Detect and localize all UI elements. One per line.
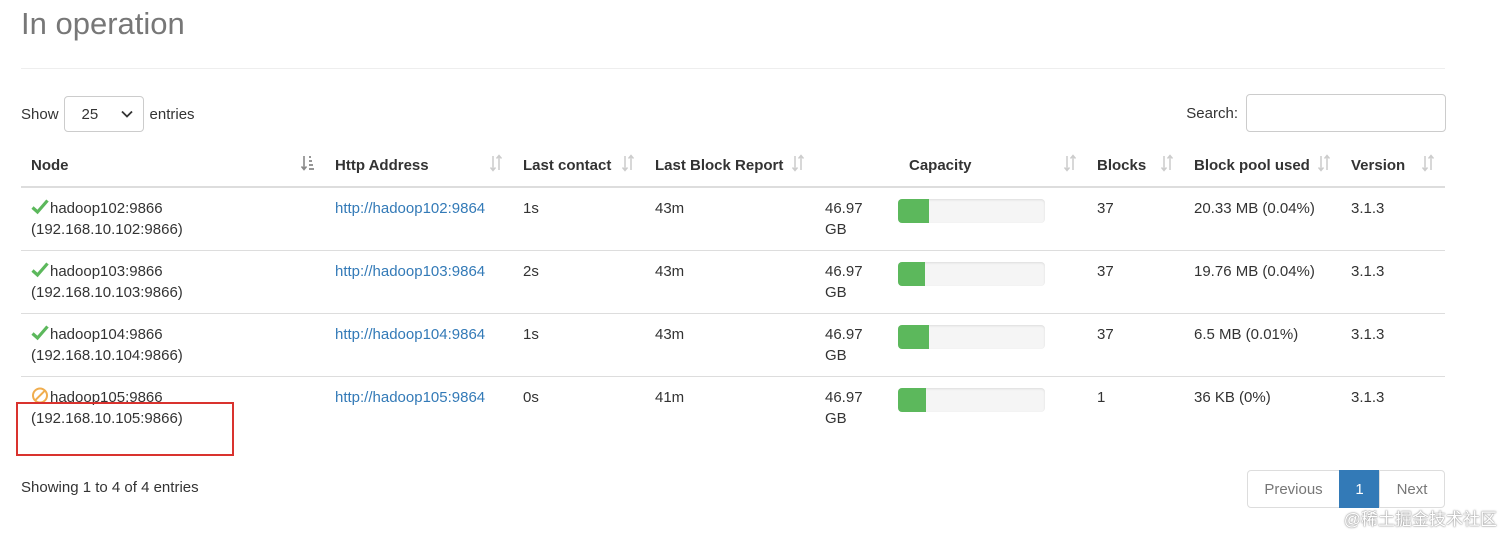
length-control: Show 25 entries [21,96,195,132]
table-header-row: Node Http Address Last contact Last Bloc… [21,144,1445,188]
node-cell: hadoop104:9866 (192.168.10.104:9866) [21,313,325,377]
divider [21,68,1445,69]
capacity-bar-fill [898,199,930,223]
table-info: Showing 1 to 4 of 4 entries [21,479,199,496]
blocks-cell: 37 [1087,250,1184,314]
entries-label: entries [149,105,195,123]
capacity-bar [898,262,1045,286]
table-row: hadoop103:9866 (192.168.10.103:9866) htt… [21,250,1445,314]
col-header-version[interactable]: Version [1341,144,1445,188]
capacity-value: 46.97 GB [825,263,863,301]
table-row: hadoop102:9866 (192.168.10.102:9866) htt… [21,187,1445,251]
pagination: Previous 1 Next [1247,470,1445,508]
page-title: In operation [21,6,185,41]
last-block-report-cell: 43m [645,313,815,377]
capacity-cell: 46.97 GB [815,313,1087,377]
capacity-bar [898,388,1045,412]
last-contact-cell: 2s [513,250,645,314]
http-address-link[interactable]: http://hadoop105:9864 [335,389,485,406]
check-icon [31,199,49,215]
capacity-value: 46.97 GB [825,326,863,364]
node-ip: (192.168.10.102:9866) [31,221,183,238]
sort-icon [1063,154,1077,172]
highlight-box [16,402,234,456]
col-header-capacity[interactable]: Capacity [815,144,1087,188]
http-address-cell: http://hadoop104:9864 [325,313,513,377]
node-cell: hadoop103:9866 (192.168.10.103:9866) [21,250,325,314]
check-icon [31,325,49,341]
blocks-cell: 1 [1087,376,1184,440]
http-address-cell: http://hadoop103:9864 [325,250,513,314]
capacity-value: 46.97 GB [825,389,863,427]
entries-select-value: 25 [81,105,99,123]
node-ip: (192.168.10.103:9866) [31,284,183,301]
capacity-value: 46.97 GB [825,200,863,238]
block-pool-used-cell: 19.76 MB (0.04%) [1184,250,1341,314]
col-header-http-address[interactable]: Http Address [325,144,513,188]
http-address-link[interactable]: http://hadoop103:9864 [335,263,485,280]
sort-icon [1160,154,1174,172]
col-header-last-block-report[interactable]: Last Block Report [645,144,815,188]
block-pool-used-cell: 6.5 MB (0.01%) [1184,313,1341,377]
show-label: Show [21,105,59,123]
node-name: hadoop102:9866 [50,200,163,217]
table-row: hadoop104:9866 (192.168.10.104:9866) htt… [21,313,1445,377]
block-pool-used-cell: 36 KB (0%) [1184,376,1341,440]
http-address-cell: http://hadoop102:9864 [325,187,513,251]
version-cell: 3.1.3 [1351,200,1385,217]
entries-select[interactable]: 25 [63,96,144,132]
table-row: hadoop105:9866 (192.168.10.105:9866) htt… [21,376,1445,440]
capacity-bar-fill [898,262,925,286]
sort-icon [621,154,635,172]
sort-icon [1317,154,1331,172]
search-control: Search: [1186,94,1446,132]
node-name: hadoop104:9866 [50,326,163,343]
watermark: @稀土掘金技术社区 [1343,510,1497,529]
http-address-cell: http://hadoop105:9864 [325,376,513,440]
last-contact-cell: 1s [523,200,539,217]
http-address-link[interactable]: http://hadoop102:9864 [335,200,485,217]
capacity-cell: 46.97 GB [815,250,1087,314]
node-cell: hadoop102:9866 (192.168.10.102:9866) [21,187,325,251]
capacity-bar [898,199,1045,223]
capacity-bar-fill [898,325,930,349]
search-label: Search: [1186,104,1238,122]
last-block-report-cell: 43m [645,250,815,314]
capacity-bar-fill [898,388,927,412]
last-block-report-cell: 41m [645,376,815,440]
node-ip: (192.168.10.104:9866) [31,347,183,364]
last-contact-cell: 1s [513,313,645,377]
page-1-button[interactable]: 1 [1339,470,1380,508]
capacity-cell: 46.97 GB [815,376,1087,440]
last-contact-cell: 0s [513,376,645,440]
check-icon [31,262,49,278]
version-cell: 3.1.3 [1341,313,1445,377]
col-header-last-contact[interactable]: Last contact [513,144,645,188]
datanode-table: Node Http Address Last contact Last Bloc… [21,144,1445,440]
sort-ascending-icon [301,156,314,171]
capacity-cell: 46.97 GB [815,187,1087,251]
version-cell: 3.1.3 [1341,376,1445,440]
block-pool-used-cell: 20.33 MB (0.04%) [1194,200,1315,217]
next-button[interactable]: Next [1379,470,1445,508]
previous-button[interactable]: Previous [1247,470,1340,508]
blocks-cell: 37 [1097,200,1114,217]
node-name: hadoop103:9866 [50,263,163,280]
sort-icon [1421,154,1435,172]
search-input[interactable] [1246,94,1446,132]
chevron-down-icon [120,110,133,118]
http-address-link[interactable]: http://hadoop104:9864 [335,326,485,343]
col-header-node[interactable]: Node [21,144,325,188]
last-block-report-cell: 43m [655,200,685,217]
sort-icon [489,154,503,172]
version-cell: 3.1.3 [1341,250,1445,314]
col-header-blocks[interactable]: Blocks [1087,144,1184,188]
col-header-block-pool-used[interactable]: Block pool used [1184,144,1341,188]
blocks-cell: 37 [1087,313,1184,377]
capacity-bar [898,325,1045,349]
sort-icon [791,154,805,172]
